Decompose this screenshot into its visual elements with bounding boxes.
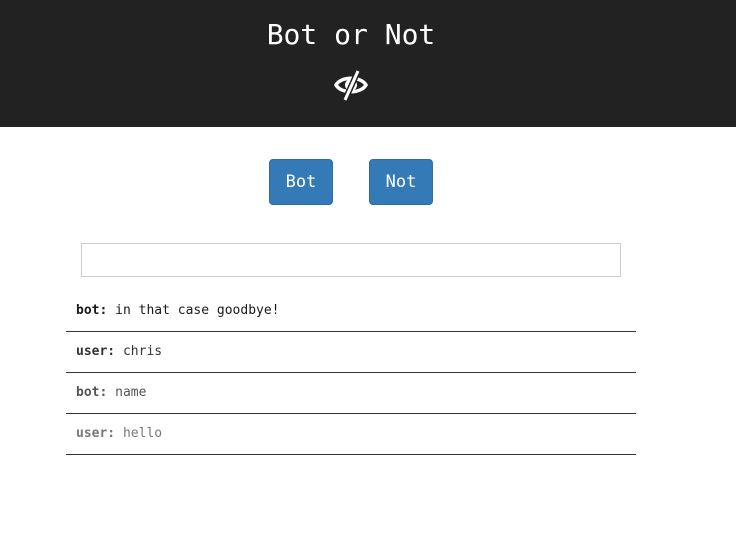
chat-message: user: chris xyxy=(66,332,636,373)
message-speaker: user: xyxy=(76,344,116,359)
not-button[interactable]: Not xyxy=(369,159,433,205)
message-text: chris xyxy=(122,344,163,359)
message-text: in that case goodbye! xyxy=(115,303,280,318)
chat-message: user: hello xyxy=(66,414,636,455)
chat-message: bot: in that case goodbye! xyxy=(66,291,636,332)
message-text: name xyxy=(115,385,147,400)
eye-slash-icon xyxy=(333,69,369,102)
message-speaker: bot: xyxy=(76,303,108,318)
chat-log: bot: in that case goodbye! user: chris b… xyxy=(66,291,636,455)
app-title: Bot or Not xyxy=(266,18,436,51)
chat-input[interactable] xyxy=(81,243,621,277)
message-speaker: user: xyxy=(76,426,116,441)
message-speaker: bot: xyxy=(76,385,108,400)
chat-message: bot: name xyxy=(66,373,636,414)
bot-button[interactable]: Bot xyxy=(269,159,333,205)
header: Bot or Not xyxy=(0,0,736,127)
message-text: hello xyxy=(122,426,163,441)
